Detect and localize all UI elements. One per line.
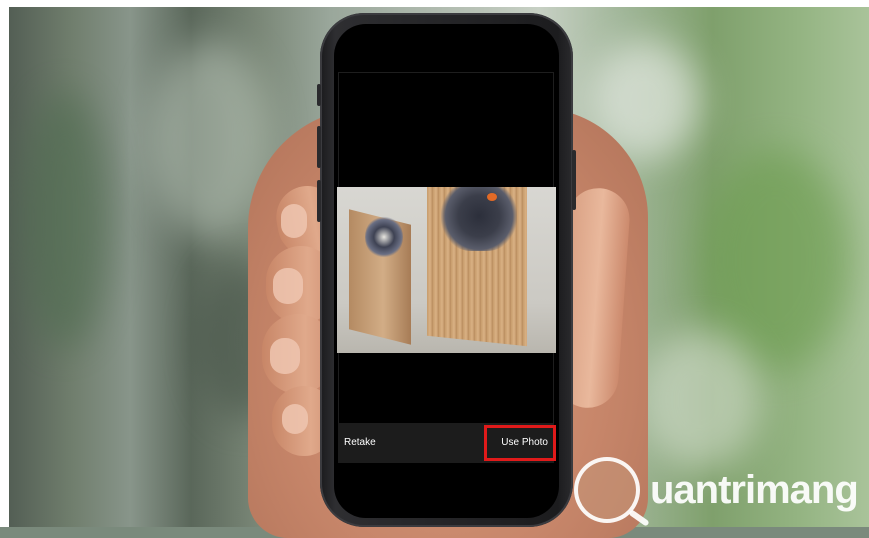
- mute-switch: [317, 84, 321, 106]
- fingernail: [281, 204, 307, 238]
- magnifier-logo-icon: [574, 457, 640, 523]
- bokeh-shape: [640, 330, 760, 470]
- frame-border-left: [0, 0, 9, 527]
- watermark: uantrimang: [574, 454, 859, 526]
- fingernail: [270, 338, 300, 374]
- fingernail: [273, 268, 303, 304]
- volume-up-button: [317, 126, 321, 168]
- fingernail: [282, 404, 308, 434]
- retake-button[interactable]: Retake: [344, 423, 376, 463]
- frame-border-top: [0, 0, 869, 7]
- power-button: [572, 150, 576, 210]
- painted-artwork: [441, 187, 517, 251]
- bokeh-shape: [20, 90, 110, 350]
- volume-down-button: [317, 180, 321, 222]
- watermark-text: uantrimang: [650, 467, 859, 512]
- painted-artwork: [365, 215, 403, 259]
- highlight-box: [484, 425, 556, 461]
- paint-splash: [487, 193, 497, 201]
- captured-photo: [337, 187, 556, 353]
